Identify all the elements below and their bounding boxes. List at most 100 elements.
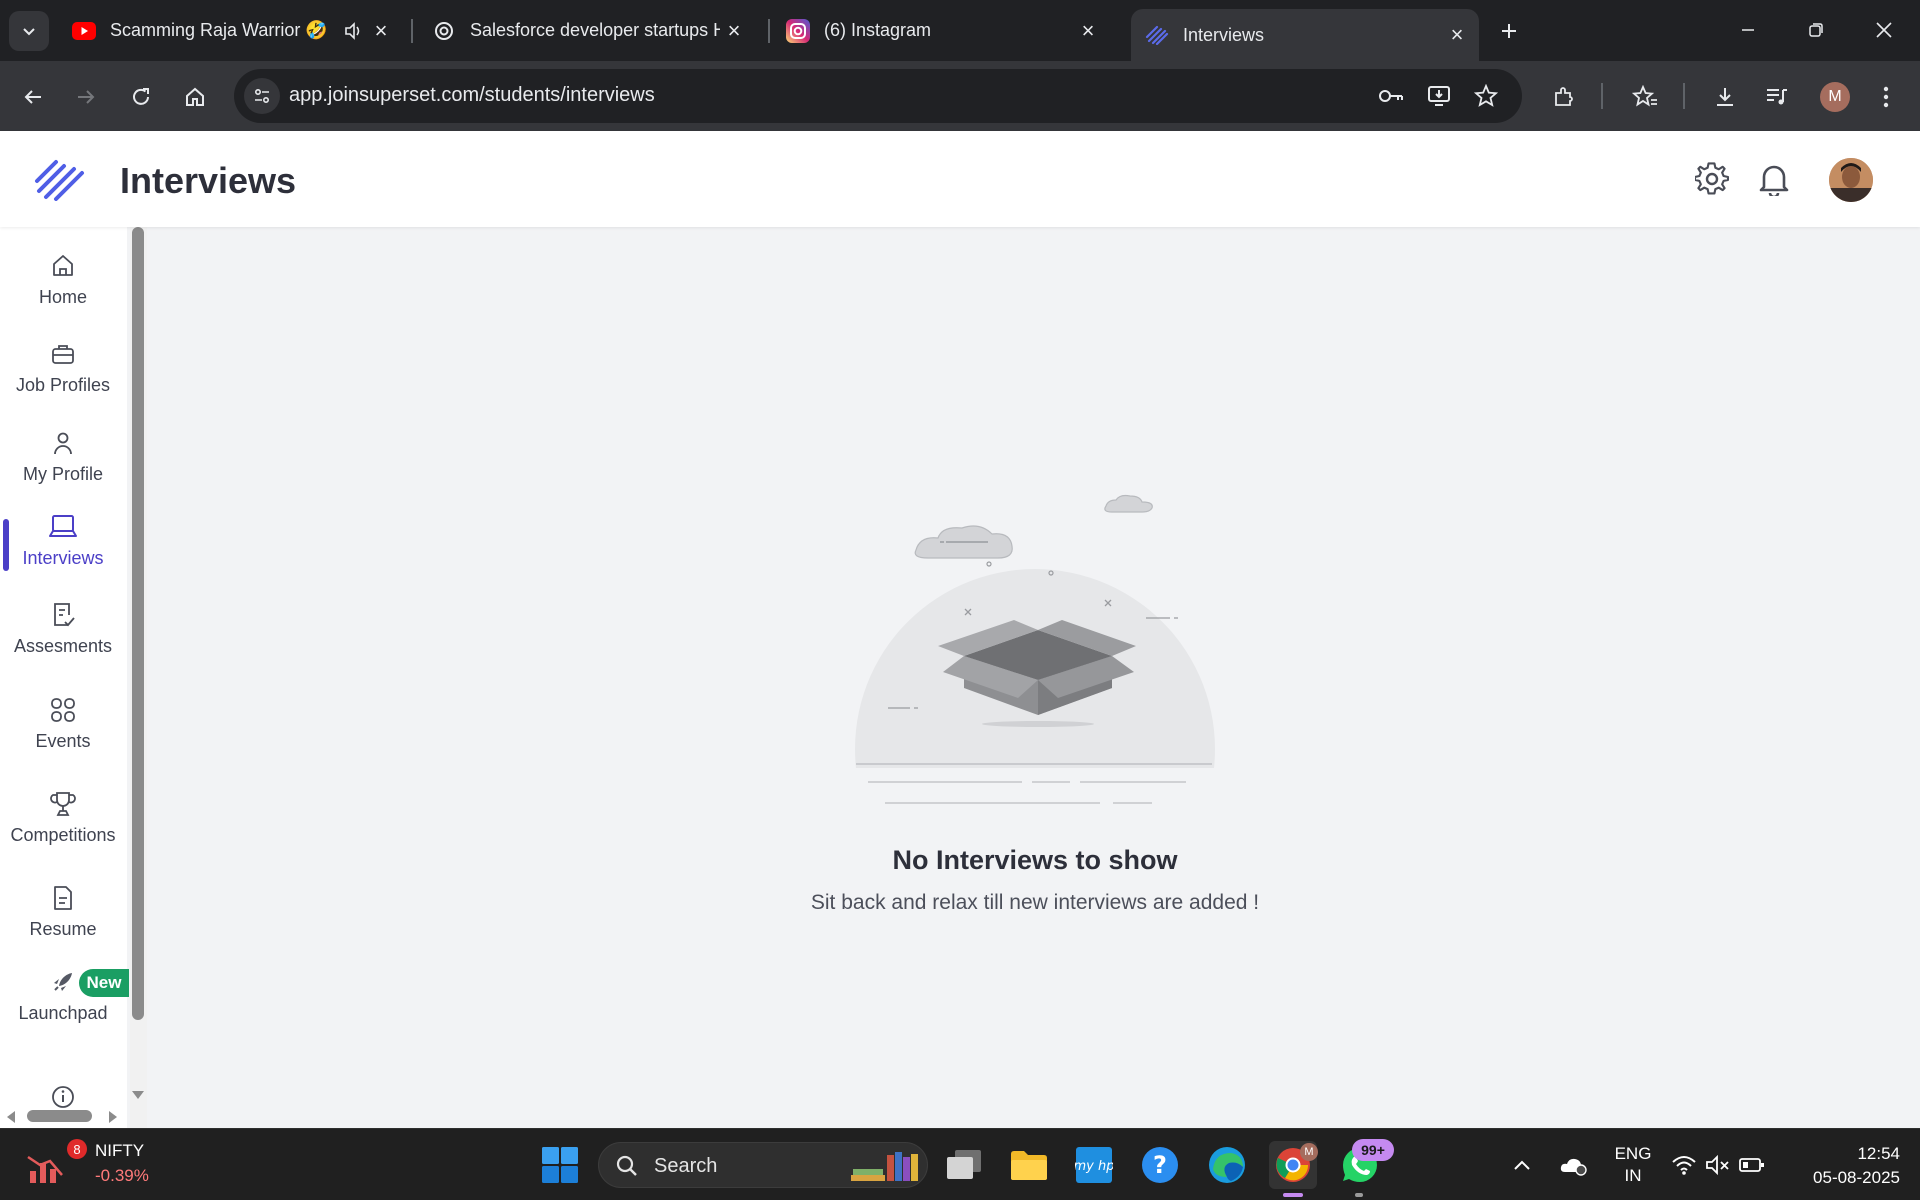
close-window-button[interactable] <box>1854 10 1914 50</box>
sidebar-item-competitions[interactable]: Competitions <box>0 789 126 846</box>
quick-settings-button[interactable] <box>1664 1141 1772 1189</box>
site-info-icon[interactable] <box>244 78 280 114</box>
superset-logo[interactable] <box>34 157 86 201</box>
restore-icon <box>1809 23 1823 37</box>
extensions-button[interactable] <box>1546 79 1582 115</box>
whatsapp-notification-badge: 99+ <box>1352 1139 1394 1161</box>
openai-icon <box>432 19 456 43</box>
browser-menu-button[interactable] <box>1868 79 1904 115</box>
plus-icon <box>1502 24 1516 38</box>
sidebar-item-events[interactable]: Events <box>0 695 126 752</box>
page-title: Interviews <box>120 160 297 201</box>
sidebar-horizontal-scrollbar-thumb[interactable] <box>27 1110 92 1122</box>
help-icon: ? <box>1142 1147 1178 1183</box>
info-icon <box>48 1082 78 1112</box>
tab-instagram[interactable]: (6) Instagram × <box>772 10 1110 51</box>
sidebar-scrollbar-thumb[interactable] <box>132 227 144 1020</box>
sidebar-item-label: Competitions <box>10 825 116 845</box>
start-button[interactable] <box>536 1141 584 1189</box>
briefcase-icon <box>48 339 78 369</box>
scroll-left-arrow-icon[interactable] <box>4 1109 18 1125</box>
settings-button[interactable] <box>1694 161 1730 197</box>
url-text[interactable]: app.joinsuperset.com/students/interviews <box>289 84 655 107</box>
clock[interactable]: 12:54 05-08-2025 <box>1788 1142 1900 1190</box>
home-icon <box>186 87 204 106</box>
install-app-icon[interactable] <box>1426 83 1452 109</box>
myhp-button[interactable]: my hp <box>1070 1141 1118 1189</box>
sidebar-item-label: Assesments <box>13 636 113 656</box>
media-control-button[interactable] <box>1759 79 1795 115</box>
show-hidden-icons-button[interactable] <box>1502 1141 1542 1189</box>
favorites-button[interactable] <box>1627 79 1663 115</box>
notifications-button[interactable] <box>1756 161 1792 197</box>
bookmark-star-icon[interactable] <box>1473 83 1499 109</box>
address-bar[interactable]: app.joinsuperset.com/students/interviews <box>234 69 1522 123</box>
search-icon <box>616 1155 637 1176</box>
language-indicator[interactable]: ENG IN <box>1605 1143 1661 1187</box>
taskbar-search[interactable]: Search <box>598 1142 928 1188</box>
chrome-button[interactable]: M <box>1269 1141 1318 1189</box>
assessment-icon <box>48 600 78 630</box>
star-list-icon <box>1632 85 1657 107</box>
tab-youtube[interactable]: Scamming Raja Warrior 🤣 × <box>58 10 403 51</box>
scroll-down-arrow-icon[interactable] <box>130 1088 146 1102</box>
user-avatar[interactable] <box>1829 158 1873 202</box>
tab-title: Interviews <box>1183 24 1265 45</box>
sidebar-item-assesments[interactable]: Assesments <box>0 600 126 657</box>
sidebar-item-my-profile[interactable]: My Profile <box>0 428 126 485</box>
home-button[interactable] <box>177 79 213 115</box>
chrome-profile-badge: M <box>1300 1143 1318 1161</box>
close-icon[interactable]: × <box>367 17 395 45</box>
new-tab-button[interactable] <box>1493 15 1525 47</box>
get-help-button[interactable]: ? <box>1136 1141 1184 1189</box>
sidebar-item-interviews[interactable]: Interviews <box>0 512 126 569</box>
scroll-right-arrow-icon[interactable] <box>106 1109 120 1125</box>
minimize-button[interactable] <box>1718 10 1778 50</box>
profile-avatar[interactable]: M <box>1820 82 1850 112</box>
sidebar-item-job-profiles[interactable]: Job Profiles <box>0 339 126 396</box>
sidebar-item-resume[interactable]: Resume <box>0 883 126 940</box>
whatsapp-running-indicator <box>1355 1193 1363 1197</box>
close-icon[interactable]: × <box>1074 17 1102 45</box>
music-queue-icon <box>1767 89 1787 105</box>
sidebar-item-label: My Profile <box>22 464 103 484</box>
battery-icon <box>1739 1158 1764 1172</box>
forward-button[interactable] <box>68 79 104 115</box>
onedrive-button[interactable] <box>1552 1141 1596 1189</box>
speaker-icon[interactable] <box>339 17 367 45</box>
tab-chatgpt[interactable]: Salesforce developer startups H × <box>418 10 756 51</box>
tab-interviews[interactable]: Interviews × <box>1131 9 1479 61</box>
stock-change: -0.39% <box>95 1166 149 1185</box>
document-icon <box>48 883 78 913</box>
task-view-button[interactable] <box>940 1141 988 1189</box>
chevron-up-icon <box>1514 1160 1530 1170</box>
back-button[interactable] <box>15 79 51 115</box>
sidebar-item-label: Interviews <box>22 548 104 568</box>
edge-icon <box>1209 1147 1245 1183</box>
toolbar-divider <box>1601 83 1603 109</box>
cloud-sync-icon <box>1560 1158 1587 1176</box>
edge-button[interactable] <box>1203 1141 1251 1189</box>
sidebar-item-home[interactable]: Home <box>0 251 126 308</box>
password-key-icon[interactable] <box>1378 83 1404 109</box>
tab-search-button[interactable] <box>9 11 49 51</box>
stock-widget[interactable]: 8 NIFTY -0.39% <box>20 1129 149 1200</box>
home-icon <box>48 251 78 281</box>
restore-button[interactable] <box>1786 10 1846 50</box>
wifi-icon <box>1672 1156 1696 1175</box>
downloads-button[interactable] <box>1707 79 1743 115</box>
reload-button[interactable] <box>123 79 159 115</box>
close-icon[interactable]: × <box>720 17 748 45</box>
chevron-down-icon <box>23 28 35 36</box>
books-decoration-icon <box>851 1152 918 1181</box>
stock-chart-icon <box>27 1155 63 1183</box>
minimize-icon <box>1742 29 1754 31</box>
more-vertical-icon <box>1883 86 1889 108</box>
sidebar-item-label: Job Profiles <box>15 375 111 395</box>
toolbar-divider <box>1683 83 1685 109</box>
tab-title: Salesforce developer startups H <box>470 20 720 40</box>
tab-title: Scamming Raja Warrior 🤣 <box>110 20 328 40</box>
file-explorer-button[interactable] <box>1005 1141 1053 1189</box>
language-code: ENG <box>1614 1144 1652 1163</box>
close-icon[interactable]: × <box>1443 21 1471 49</box>
